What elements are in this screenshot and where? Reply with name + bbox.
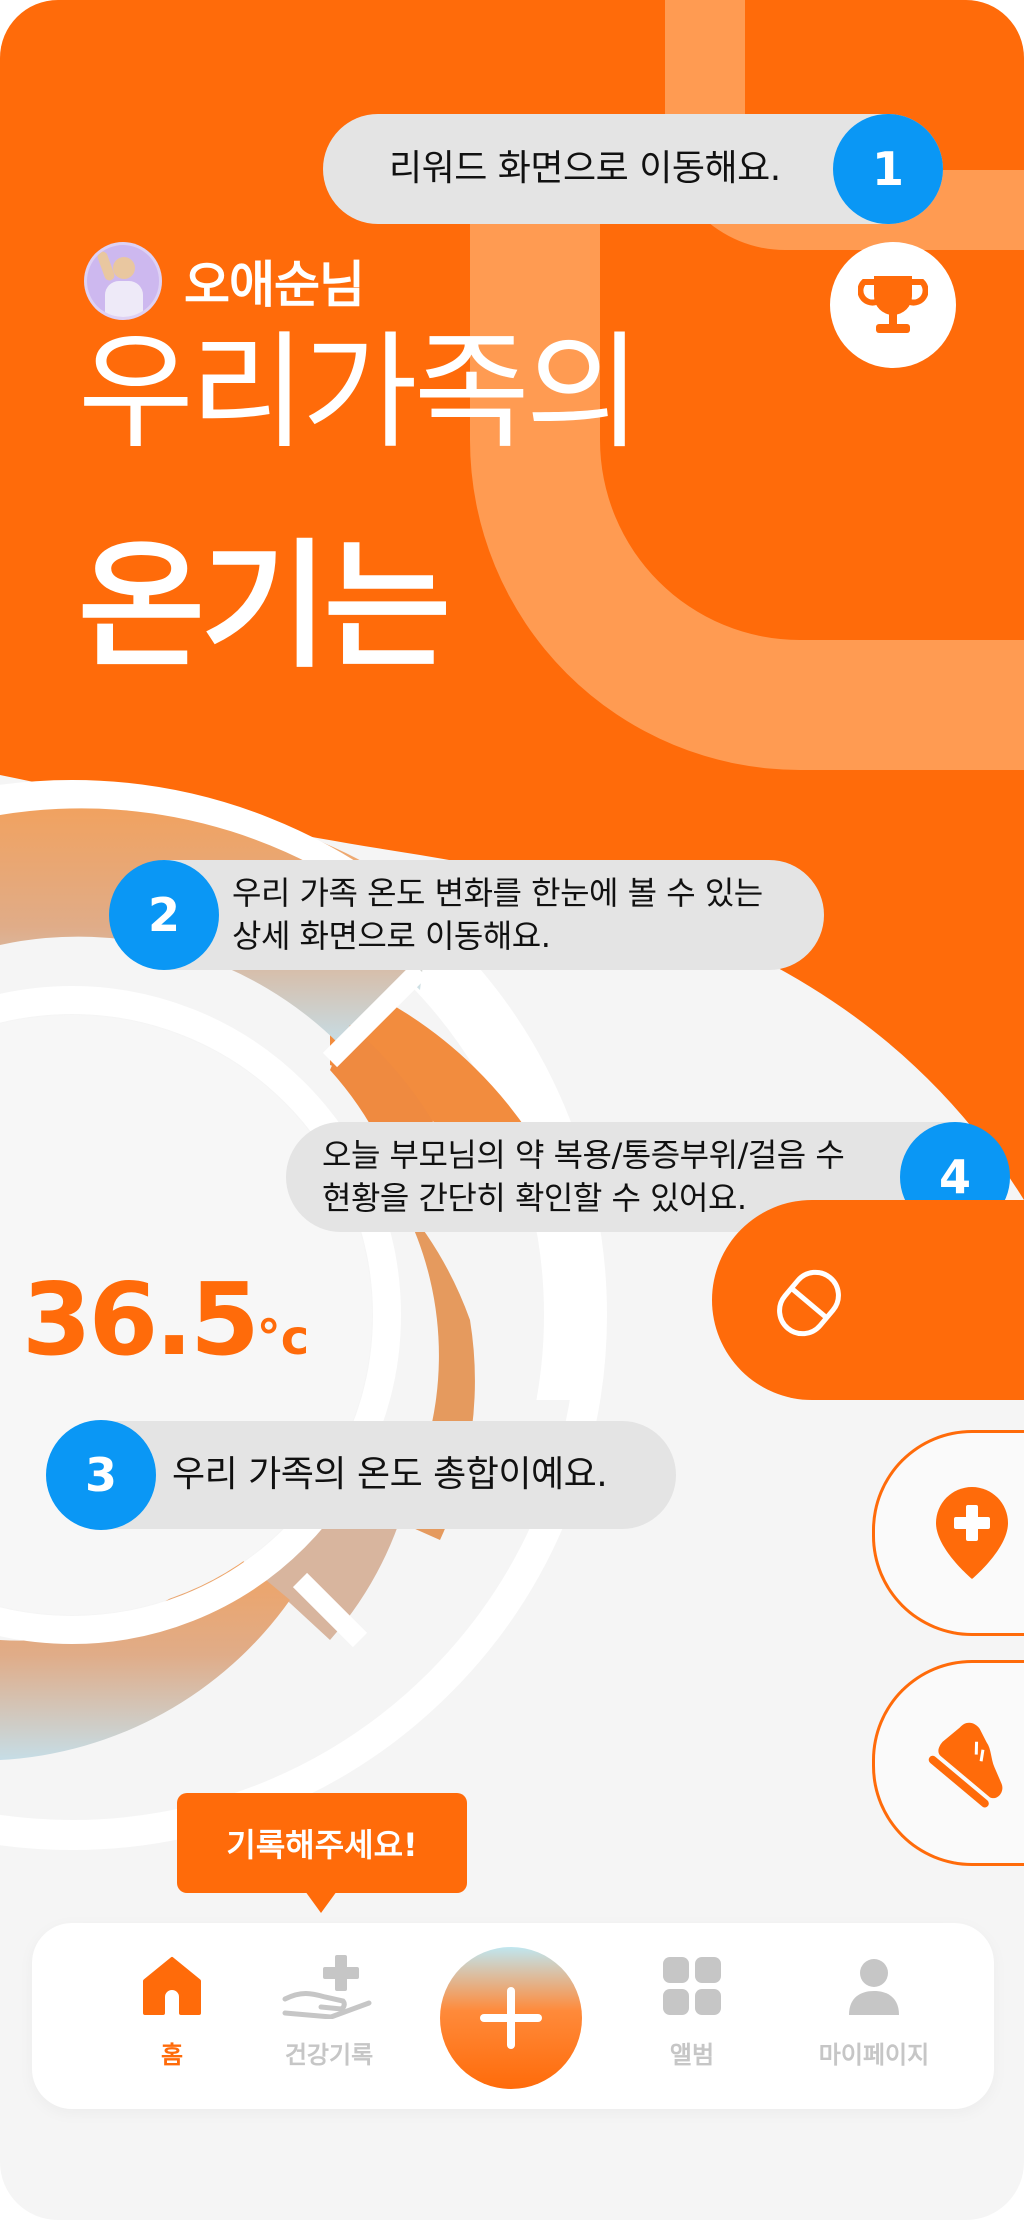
steps-status-button[interactable] (872, 1660, 1024, 1866)
grid-icon (663, 1957, 721, 2015)
temperature-unit: °c (256, 1310, 310, 1366)
nav-mypage-label: 마이페이지 (818, 2041, 930, 2069)
health-hand-icon (282, 1955, 372, 2019)
tooltip-text-line-1: 오늘 부모님의 약 복용/통증부위/걸음 수 (322, 1135, 845, 1174)
tooltip-number-badge: 1 (833, 114, 943, 224)
nav-health-record[interactable]: 건강기록 (254, 1953, 404, 2070)
temperature-value: 36.5 (22, 1261, 260, 1378)
tooltip-text-line-2: 상세 화면으로 이동해요. (232, 917, 551, 955)
headline-line-2: 온기는 (78, 526, 451, 687)
medicine-status-button[interactable] (712, 1200, 1024, 1400)
tooltip-text: 우리 가족의 온도 총합이예요. (172, 1453, 608, 1495)
record-prompt-bubble: 기록해주세요! (177, 1793, 467, 1913)
headline-line-1: 우리가족의 (78, 319, 642, 466)
tooltip-number-badge: 3 (46, 1420, 156, 1530)
shoe-icon (928, 1722, 1003, 1808)
trophy-icon (858, 276, 928, 333)
add-record-button[interactable] (440, 1947, 582, 2089)
tooltip-text-line-1: 우리 가족 온도 변화를 한눈에 볼 수 있는 (232, 873, 763, 912)
tooltip-number-badge: 2 (109, 860, 219, 970)
plus-icon (480, 1987, 542, 2049)
nav-home-label: 홈 (160, 2041, 184, 2069)
avatar[interactable] (84, 242, 162, 320)
nav-album[interactable]: 앨범 (622, 1953, 762, 2070)
nav-health-label: 건강기록 (284, 2041, 374, 2069)
home-icon (143, 1957, 201, 2015)
nav-album-label: 앨범 (669, 2041, 715, 2069)
pill-icon (777, 1269, 841, 1337)
user-icon (849, 1959, 899, 2015)
home-screen: 오애순님 우리가족의 온기는 리워드 화면으로 이동해요. 1 우리 가족 온도… (0, 0, 1024, 2220)
pain-status-button[interactable] (872, 1430, 1024, 1636)
nav-mypage[interactable]: 마이페이지 (784, 1953, 964, 2070)
family-temperature[interactable]: 36.5°c (22, 1270, 309, 1370)
pain-location-icon (936, 1487, 1008, 1579)
bottom-navigation: 홈 건강기록 앨범 마이페이지 (32, 1923, 994, 2109)
user-name: 오애순님 (184, 256, 365, 314)
tooltip-text: 리워드 화면으로 이동해요. (389, 147, 781, 189)
user-greeting: 오애순님 (84, 242, 365, 320)
reward-button[interactable] (830, 242, 956, 368)
nav-home[interactable]: 홈 (102, 1953, 242, 2070)
